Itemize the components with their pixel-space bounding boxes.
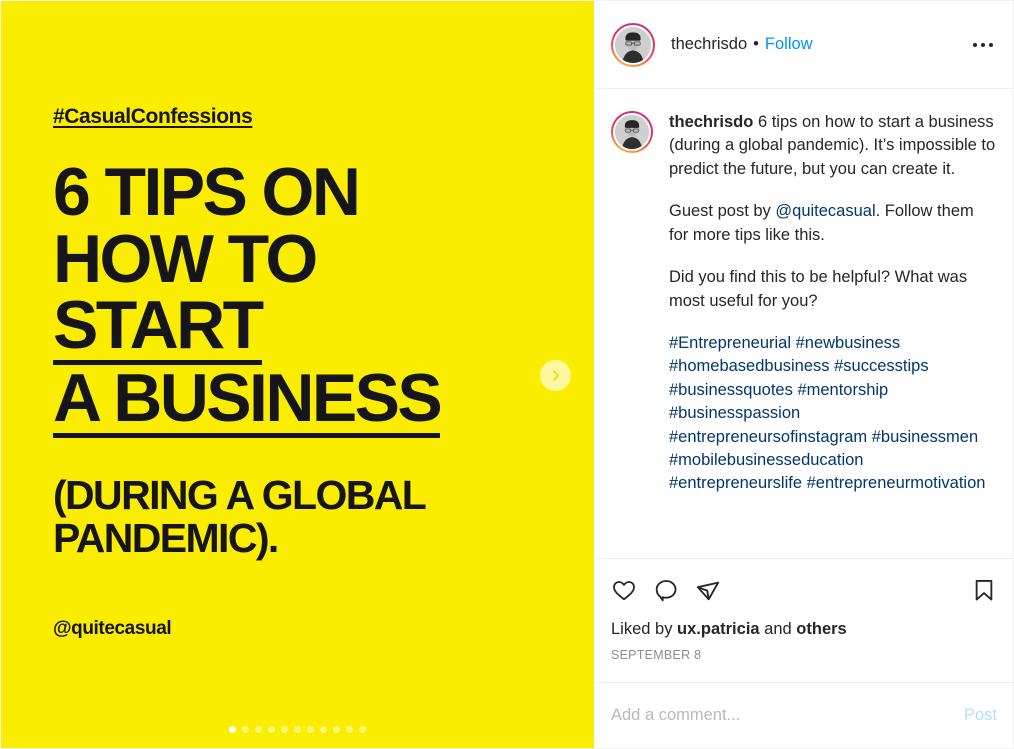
- slide-hashtag-label: #CasualConfessions: [53, 105, 253, 128]
- carousel-dot[interactable]: [346, 726, 353, 733]
- caption-hashtag[interactable]: #successtips: [834, 357, 928, 375]
- carousel-dot[interactable]: [242, 726, 249, 733]
- carousel-next-button[interactable]: [540, 360, 571, 391]
- caption-paragraph-2-pre: Guest post by: [669, 202, 776, 221]
- share-paper-plane-icon: [696, 581, 720, 601]
- post-sidebar: thechrisdo • Follow thechrisdo 6 tips on…: [594, 1, 1013, 748]
- more-options-button[interactable]: [969, 37, 997, 53]
- comment-button[interactable]: [653, 577, 679, 603]
- caption-avatar[interactable]: [611, 111, 653, 153]
- comment-input[interactable]: [611, 706, 954, 725]
- slide-headline-line-1: 6 TIPS ON: [53, 154, 361, 230]
- profile-photo-icon: [615, 26, 651, 63]
- avatar[interactable]: [611, 22, 655, 67]
- post-date: SEPTEMBER 8: [611, 648, 702, 662]
- carousel-dot[interactable]: [294, 726, 301, 733]
- caption-hashtag[interactable]: #entrepreneurmotivation: [807, 474, 986, 492]
- slide-author-handle: @quitecasual: [53, 618, 172, 639]
- liked-by-others[interactable]: others: [796, 620, 846, 638]
- slide-headline-line-2: HOW TO: [53, 220, 318, 297]
- carousel-dot[interactable]: [333, 726, 340, 733]
- liked-by-line: Liked by ux.patricia and others: [611, 620, 997, 639]
- caption-author-username[interactable]: thechrisdo: [669, 113, 753, 131]
- post-action-bar: Liked by ux.patricia and others SEPTEMBE…: [595, 559, 1013, 682]
- more-options-icon: [973, 42, 977, 47]
- carousel-dot[interactable]: [320, 726, 327, 733]
- slide-subheadline: (DURING A GLOBAL PANDEMIC).: [53, 472, 427, 562]
- liked-by-username[interactable]: ux.patricia: [677, 620, 760, 638]
- action-icon-row: [611, 568, 997, 612]
- caption-hashtag[interactable]: #businesspassion: [669, 404, 800, 422]
- caption-hashtag[interactable]: #Entrepreneurial: [669, 334, 791, 352]
- slide-content: #CasualConfessions 6 TIPS ON HOW TO STAR…: [1, 1, 594, 748]
- caption-hashtag[interactable]: #entrepreneursofinstagram: [669, 428, 867, 446]
- comment-bubble-icon: [655, 580, 677, 602]
- slide-headline-line-4: A BUSINESS: [53, 359, 443, 438]
- more-options-icon: [989, 42, 993, 47]
- caption-hashtag[interactable]: #entrepreneurslife: [669, 474, 802, 492]
- author-separator: •: [753, 35, 759, 53]
- caption-hashtag[interactable]: #mentorship: [797, 381, 888, 399]
- heart-icon: [613, 581, 635, 601]
- carousel-dot[interactable]: [268, 726, 275, 733]
- slide-headline-line-3: START: [53, 287, 264, 365]
- chevron-right-icon: [553, 370, 560, 381]
- caption-body: thechrisdo 6 tips on how to start a busi…: [669, 111, 997, 558]
- carousel-dot[interactable]: [281, 726, 288, 733]
- liked-by-prefix: Liked by: [611, 620, 678, 638]
- slide-subheadline-line-2: PANDEMIC).: [53, 515, 279, 562]
- carousel-dot[interactable]: [307, 726, 314, 733]
- caption-hashtag[interactable]: #newbusiness: [796, 334, 901, 352]
- liked-by-middle: and: [759, 620, 797, 638]
- post-author-username[interactable]: thechrisdo: [671, 35, 747, 54]
- caption-scroll-region[interactable]: thechrisdo 6 tips on how to start a busi…: [595, 89, 1013, 559]
- caption-hashtag-list: #Entrepreneurial #newbusiness #homebased…: [669, 332, 997, 496]
- post-author-block: thechrisdo • Follow: [671, 35, 813, 54]
- carousel-dot[interactable]: [359, 726, 366, 733]
- bookmark-icon: [975, 579, 993, 601]
- caption-hashtag[interactable]: #businessmen: [872, 428, 978, 446]
- caption-hashtag[interactable]: #businessquotes: [669, 381, 793, 399]
- caption-paragraph-3: Did you find this to be helpful? What wa…: [669, 268, 968, 310]
- post-media-panel: #CasualConfessions 6 TIPS ON HOW TO STAR…: [1, 1, 594, 748]
- follow-button[interactable]: Follow: [765, 35, 813, 54]
- like-button[interactable]: [611, 577, 637, 603]
- more-options-icon: [981, 42, 985, 47]
- post-comment-button[interactable]: Post: [954, 706, 997, 725]
- slide-headline: 6 TIPS ON HOW TO START A BUSINESS: [53, 154, 443, 438]
- caption-mention[interactable]: @quitecasual: [775, 202, 875, 220]
- post-header: thechrisdo • Follow: [595, 1, 1013, 89]
- add-comment-bar: Post: [595, 682, 1013, 748]
- instagram-post: #CasualConfessions 6 TIPS ON HOW TO STAR…: [0, 0, 1014, 749]
- share-button[interactable]: [695, 577, 721, 603]
- carousel-dot[interactable]: [255, 726, 262, 733]
- slide-subheadline-line-1: (DURING A GLOBAL: [53, 472, 427, 518]
- carousel-dot[interactable]: [229, 726, 236, 733]
- save-button[interactable]: [971, 577, 997, 603]
- caption-hashtag[interactable]: #homebasedbusiness: [669, 357, 830, 375]
- carousel-dots: [1, 726, 594, 733]
- caption-hashtag[interactable]: #mobilebusinesseducation: [669, 451, 863, 469]
- profile-photo-icon: [615, 115, 649, 149]
